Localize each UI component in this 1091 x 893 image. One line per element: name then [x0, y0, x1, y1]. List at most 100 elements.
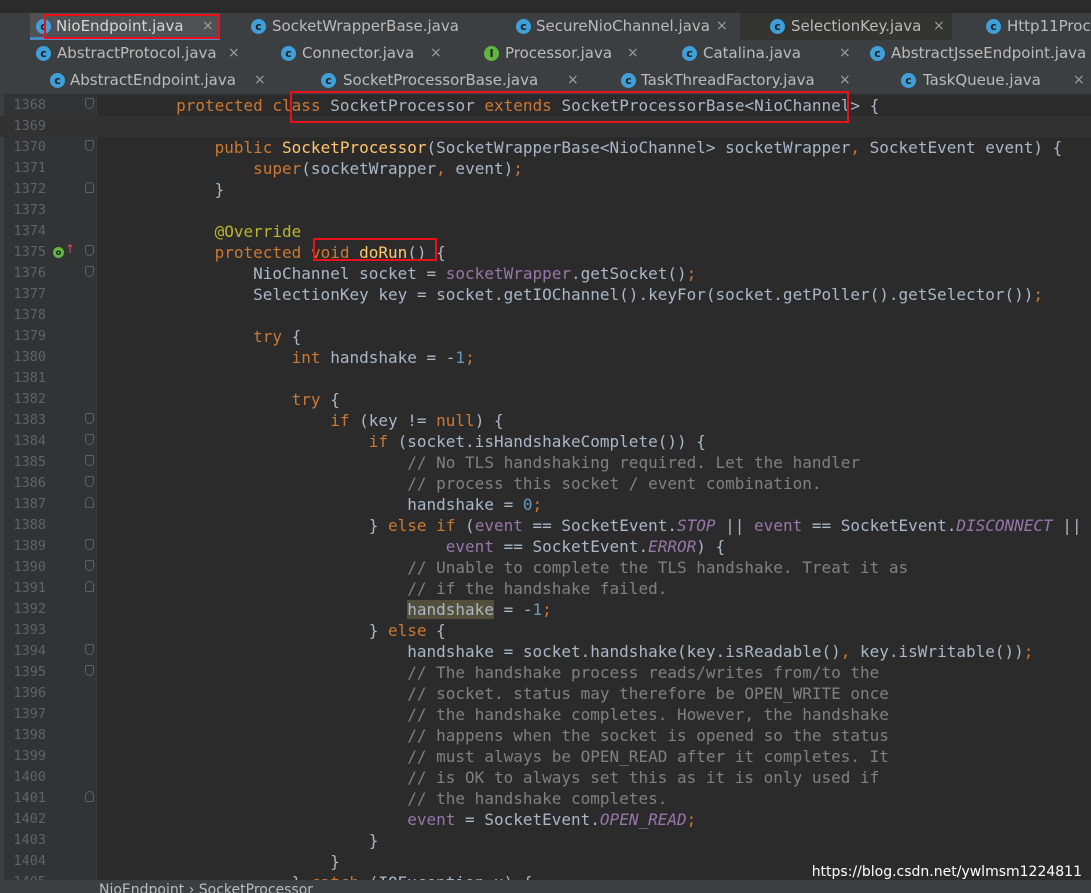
tab-taskthreadfactory[interactable]: c TaskThreadFactory.java × [615, 67, 865, 94]
code-token: void [310, 243, 350, 262]
fold-marker-icon[interactable] [85, 560, 94, 571]
code-line[interactable]: 1371 super(socketWrapper, event); [0, 158, 1091, 179]
code-line[interactable]: 1368 protected class SocketProcessor ext… [0, 95, 1091, 116]
code-line[interactable]: 1386 // process this socket / event comb… [0, 473, 1091, 494]
code-token: // The handshake process reads/writes fr… [407, 663, 880, 682]
override-icon[interactable]: o [53, 247, 64, 258]
close-icon[interactable]: × [1073, 67, 1085, 94]
close-icon[interactable]: × [627, 40, 639, 67]
tab-abstractprotocol[interactable]: c AbstractProtocol.java × [30, 40, 252, 67]
line-number: 1398 [13, 727, 46, 743]
fold-marker-icon[interactable] [85, 476, 94, 487]
tab-http11processor[interactable]: c Http11Proce [978, 13, 1091, 40]
code-line[interactable]: 1399 // must always be OPEN_READ after i… [0, 746, 1091, 767]
tab-socketwrapperbase[interactable]: c SocketWrapperBase.java [243, 13, 483, 40]
tab-securenioChannel[interactable]: c SecureNioChannel.java × [508, 13, 743, 40]
code-editor[interactable]: 1368 protected class SocketProcessor ext… [0, 95, 1091, 893]
code-line[interactable]: 1393 } else { [0, 620, 1091, 641]
close-icon[interactable]: × [202, 13, 214, 40]
code-line[interactable]: 1372 } [0, 179, 1091, 200]
code-line[interactable]: 1385 // No TLS handshaking required. Let… [0, 452, 1091, 473]
fold-marker-icon[interactable] [85, 665, 94, 676]
code-line[interactable]: 1396 // socket. status may therefore be … [0, 683, 1091, 704]
fold-marker-icon[interactable] [85, 644, 94, 655]
tab-catalina[interactable]: c Catalina.java × [677, 40, 852, 67]
code-line[interactable]: 1387 handshake = 0; [0, 494, 1091, 515]
code-line[interactable]: 1388 } else if (event == SocketEvent.STO… [0, 515, 1091, 536]
fold-marker-icon[interactable] [85, 266, 94, 277]
tab-nioendpoint[interactable]: c NioEndpoint.java × [30, 13, 220, 40]
code-line[interactable]: 1382 try { [0, 389, 1091, 410]
code-line[interactable]: 1369 [0, 116, 1091, 137]
tab-socketprocessorbase[interactable]: c SocketProcessorBase.java × [315, 67, 585, 94]
code-line[interactable]: 1383 if (key != null) { [0, 410, 1091, 431]
code-line[interactable]: 1397 // the handshake completes. However… [0, 704, 1091, 725]
fold-marker-icon[interactable] [85, 413, 94, 424]
close-icon[interactable]: × [430, 40, 442, 67]
fold-marker-icon[interactable] [85, 434, 94, 445]
code-line[interactable]: 1390 // Unable to complete the TLS hands… [0, 557, 1091, 578]
code-line[interactable]: 1377 SelectionKey key = socket.getIOChan… [0, 284, 1091, 305]
close-icon[interactable]: × [567, 67, 579, 94]
code-line[interactable]: 1400 // is OK to always set this as it i… [0, 767, 1091, 788]
close-icon[interactable]: × [839, 40, 851, 67]
fold-marker-icon[interactable] [85, 791, 94, 802]
code-token: { [282, 327, 302, 346]
code-line[interactable]: 1401 // the handshake completes. [0, 788, 1091, 809]
close-icon[interactable]: × [228, 40, 240, 67]
code-token: extends [484, 96, 552, 115]
close-icon[interactable]: × [933, 13, 945, 40]
close-icon[interactable]: × [716, 13, 728, 40]
tab-abstractendpoint[interactable]: c AbstractEndpoint.java × [45, 67, 277, 94]
code-line[interactable]: 1373 [0, 200, 1091, 221]
code-text: event == SocketEvent.ERROR) { [99, 536, 725, 557]
fold-marker-icon[interactable] [85, 497, 94, 508]
breadcrumb-file[interactable]: NioEndpoint [99, 882, 184, 893]
tab-selectionkey[interactable]: c SelectionKey.java × [740, 13, 952, 40]
line-number: 1397 [13, 706, 46, 722]
close-icon[interactable]: × [839, 67, 851, 94]
code-line[interactable]: 1374 @Override [0, 221, 1091, 242]
class-icon: c [770, 19, 785, 34]
code-text: super(socketWrapper, event); [99, 158, 523, 179]
code-line[interactable]: 1379 try { [0, 326, 1091, 347]
watermark: https://blog.csdn.net/ywlmsm1224811 [811, 864, 1082, 880]
code-token: ) { [474, 411, 504, 430]
code-line[interactable]: 1381 [0, 368, 1091, 389]
code-line[interactable]: 1378 [0, 305, 1091, 326]
tab-taskqueue[interactable]: c TaskQueue.java × [895, 67, 1091, 94]
code-line[interactable]: 1370 public SocketProcessor(SocketWrappe… [0, 137, 1091, 158]
line-number: 1399 [13, 748, 46, 764]
fold-marker-icon[interactable] [85, 245, 94, 256]
line-number: 1393 [13, 622, 46, 638]
line-number: 1386 [13, 475, 46, 491]
fold-marker-icon[interactable] [85, 140, 94, 151]
code-line[interactable]: 1391 // if the handshake failed. [0, 578, 1091, 599]
code-line[interactable]: 1392 handshake = -1; [0, 599, 1091, 620]
code-token: { [426, 621, 446, 640]
fold-marker-icon[interactable] [85, 455, 94, 466]
fold-marker-icon[interactable] [85, 581, 94, 592]
code-line[interactable]: 1394 handshake = socket.handshake(key.is… [0, 641, 1091, 662]
tab-connector[interactable]: c Connector.java × [275, 40, 452, 67]
fold-marker-icon[interactable] [85, 98, 94, 109]
code-line[interactable]: 1375 o ↑ protected void doRun() { [0, 242, 1091, 263]
code-line[interactable]: 1402 event = SocketEvent.OPEN_READ; [0, 809, 1091, 830]
breadcrumb-member[interactable]: SocketProcessor [199, 882, 313, 893]
code-line[interactable]: 1376 NioChannel socket = socketWrapper.g… [0, 263, 1091, 284]
code-line[interactable]: 1395 // The handshake process reads/writ… [0, 662, 1091, 683]
tab-processor[interactable]: I Processor.java × [477, 40, 647, 67]
code-line[interactable]: 1403 } [0, 830, 1091, 851]
close-icon[interactable]: × [254, 67, 266, 94]
fold-marker-icon[interactable] [85, 539, 94, 550]
tab-abstractjsseendpoint[interactable]: c AbstractJsseEndpoint.java [864, 40, 1091, 67]
code-line[interactable]: 1380 int handshake = -1; [0, 347, 1091, 368]
code-line[interactable]: 1384 if (socket.isHandshakeComplete()) { [0, 431, 1091, 452]
fold-marker-icon[interactable] [85, 182, 94, 193]
code-line[interactable]: 1389 event == SocketEvent.ERROR) { [0, 536, 1091, 557]
code-line[interactable]: 1398 // happens when the socket is opene… [0, 725, 1091, 746]
